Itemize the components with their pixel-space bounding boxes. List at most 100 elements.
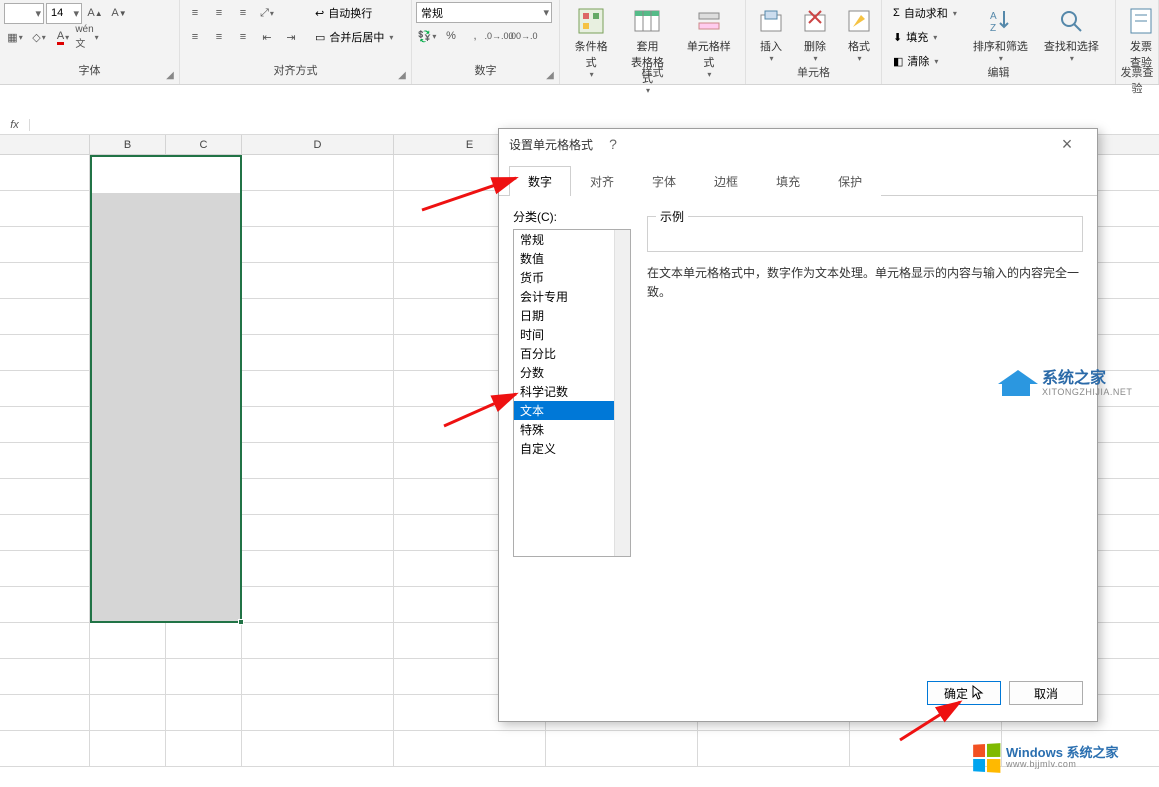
tab-protection[interactable]: 保护 — [819, 166, 881, 196]
fill-handle[interactable] — [238, 619, 244, 625]
tab-fill[interactable]: 填充 — [757, 166, 819, 196]
group-label-cells: 单元格 — [750, 62, 877, 84]
orientation-button[interactable]: ⤢▾ — [256, 2, 278, 24]
format-icon — [843, 5, 875, 37]
category-item[interactable]: 数值 — [514, 249, 630, 268]
dialog-footer: 确定 取消 — [927, 681, 1083, 705]
font-size-combo[interactable]: 14▾ — [46, 3, 82, 24]
font-color-button[interactable]: A▾ — [52, 26, 74, 48]
category-item[interactable]: 百分比 — [514, 344, 630, 363]
phonetic-button[interactable]: wén文▾ — [76, 26, 98, 48]
dialog-titlebar[interactable]: 设置单元格格式 ? × — [499, 129, 1097, 159]
category-item[interactable]: 货币 — [514, 268, 630, 287]
col-header[interactable] — [0, 135, 90, 154]
find-select-button[interactable]: 查找和选择▾ — [1037, 2, 1106, 66]
align-right-button[interactable]: ≡ — [232, 26, 254, 48]
cell-styles-icon — [693, 5, 725, 37]
tab-border[interactable]: 边框 — [695, 166, 757, 196]
category-listbox[interactable]: 常规 数值 货币 会计专用 日期 时间 百分比 分数 科学记数 文本 特殊 自定… — [513, 229, 631, 557]
col-header[interactable]: B — [90, 135, 166, 154]
align-bottom-button[interactable]: ≡ — [232, 2, 254, 24]
merge-icon: ▭ — [315, 31, 325, 44]
percent-button[interactable]: % — [440, 25, 462, 47]
insert-icon — [755, 5, 787, 37]
tab-font[interactable]: 字体 — [633, 166, 695, 196]
col-header[interactable]: C — [166, 135, 242, 154]
category-item[interactable]: 特殊 — [514, 420, 630, 439]
align-middle-button[interactable]: ≡ — [208, 2, 230, 24]
increase-font-button[interactable]: A▲ — [84, 2, 106, 24]
dialog-body: 分类(C): 常规 数值 货币 会计专用 日期 时间 百分比 分数 科学记数 文… — [499, 196, 1097, 569]
category-item[interactable]: 自定义 — [514, 439, 630, 458]
fill-down-icon: ⬇ — [893, 31, 902, 44]
invoice-icon — [1125, 5, 1157, 37]
ok-button[interactable]: 确定 — [927, 681, 1001, 705]
insert-button[interactable]: 插入▾ — [750, 2, 792, 66]
align-top-button[interactable]: ≡ — [184, 2, 206, 24]
category-item[interactable]: 时间 — [514, 325, 630, 344]
group-label-align: 对齐方式 — [184, 60, 407, 82]
tab-alignment[interactable]: 对齐 — [571, 166, 633, 196]
dialog-close-button[interactable]: × — [1047, 134, 1087, 155]
ribbon-group-cells: 插入▾ 删除▾ 格式▾ 单元格 — [746, 0, 882, 84]
category-item-selected[interactable]: 文本 — [514, 401, 630, 420]
sort-filter-button[interactable]: AZ 排序和筛选▾ — [966, 2, 1035, 66]
sort-filter-icon: AZ — [984, 5, 1016, 37]
comma-button[interactable]: , — [464, 25, 486, 47]
sample-box: 示例 — [647, 208, 1083, 252]
autosum-button[interactable]: Σ自动求和▾ — [886, 2, 964, 24]
decrease-decimal-button[interactable]: .00→.0 — [512, 25, 534, 47]
merge-center-button[interactable]: ▭合并后居中▾ — [308, 26, 400, 48]
wrap-text-button[interactable]: ↩自动换行 — [308, 2, 400, 24]
ribbon-group-styles: 条件格式▾ 套用 表格格式▾ 单元格样式▾ 样式 — [560, 0, 746, 84]
category-item[interactable]: 分数 — [514, 363, 630, 382]
ribbon-group-font: ▾ 14▾ A▲ A▼ ▦▾ ◇▾ A▾ wén文▾ 字体 ◢ — [0, 0, 180, 84]
group-label-number: 数字 — [416, 60, 555, 82]
format-button[interactable]: 格式▾ — [838, 2, 880, 66]
ribbon: ▾ 14▾ A▲ A▼ ▦▾ ◇▾ A▾ wén文▾ 字体 ◢ ≡ — [0, 0, 1159, 85]
decrease-indent-button[interactable]: ⇤ — [256, 26, 278, 48]
accounting-format-button[interactable]: 💱▾ — [416, 25, 438, 47]
svg-text:A: A — [990, 11, 997, 22]
category-item[interactable]: 日期 — [514, 306, 630, 325]
wrap-icon: ↩ — [315, 7, 324, 20]
group-label-font: 字体 — [4, 60, 175, 82]
ribbon-group-editing: Σ自动求和▾ ⬇填充▾ ◧清除▾ AZ 排序和筛选▾ 查找和选择▾ 编辑 — [882, 0, 1116, 84]
sigma-icon: Σ — [893, 7, 900, 19]
font-name-combo[interactable]: ▾ — [4, 3, 44, 24]
category-item[interactable]: 常规 — [514, 230, 630, 249]
chevron-down-icon: ▾ — [73, 7, 79, 20]
border-button[interactable]: ▦▾ — [4, 26, 26, 48]
group-label-styles: 样式 — [564, 62, 741, 84]
delete-button[interactable]: 删除▾ — [794, 2, 836, 66]
number-dialog-launcher[interactable]: ◢ — [543, 68, 557, 82]
fx-label[interactable]: fx — [0, 119, 30, 131]
fill-color-button[interactable]: ◇▾ — [28, 26, 50, 48]
category-item[interactable]: 会计专用 — [514, 287, 630, 306]
delete-icon — [799, 5, 831, 37]
align-center-button[interactable]: ≡ — [208, 26, 230, 48]
increase-indent-button[interactable]: ⇥ — [280, 26, 302, 48]
fill-button[interactable]: ⬇填充▾ — [886, 26, 964, 48]
number-format-combo[interactable]: 常规▾ — [416, 2, 552, 23]
conditional-format-icon — [575, 5, 607, 37]
format-description: 在文本单元格格式中，数字作为文本处理。单元格显示的内容与输入的内容完全一致。 — [647, 264, 1083, 302]
cancel-button[interactable]: 取消 — [1009, 681, 1083, 705]
font-dialog-launcher[interactable]: ◢ — [163, 68, 177, 82]
sample-label: 示例 — [656, 208, 688, 225]
decrease-font-button[interactable]: A▼ — [108, 2, 130, 24]
category-item[interactable]: 科学记数 — [514, 382, 630, 401]
chevron-down-icon: ▾ — [35, 7, 41, 20]
tab-number[interactable]: 数字 — [509, 166, 571, 196]
dialog-help-button[interactable]: ? — [593, 136, 633, 152]
table-format-icon — [631, 5, 663, 37]
col-header[interactable]: D — [242, 135, 394, 154]
dialog-tabs: 数字 对齐 字体 边框 填充 保护 — [499, 159, 1097, 196]
increase-decimal-button[interactable]: .0→.00 — [488, 25, 510, 47]
listbox-scrollbar[interactable] — [614, 230, 630, 556]
svg-text:Z: Z — [990, 23, 996, 34]
group-label-invoice: 发票查验 — [1120, 62, 1154, 100]
ribbon-group-alignment: ≡ ≡ ≡ ⤢▾ ≡ ≡ ≡ ⇤ ⇥ ↩自动换行 ▭合并后居中▾ 对齐方式 ◢ — [180, 0, 412, 84]
align-left-button[interactable]: ≡ — [184, 26, 206, 48]
align-dialog-launcher[interactable]: ◢ — [395, 68, 409, 82]
